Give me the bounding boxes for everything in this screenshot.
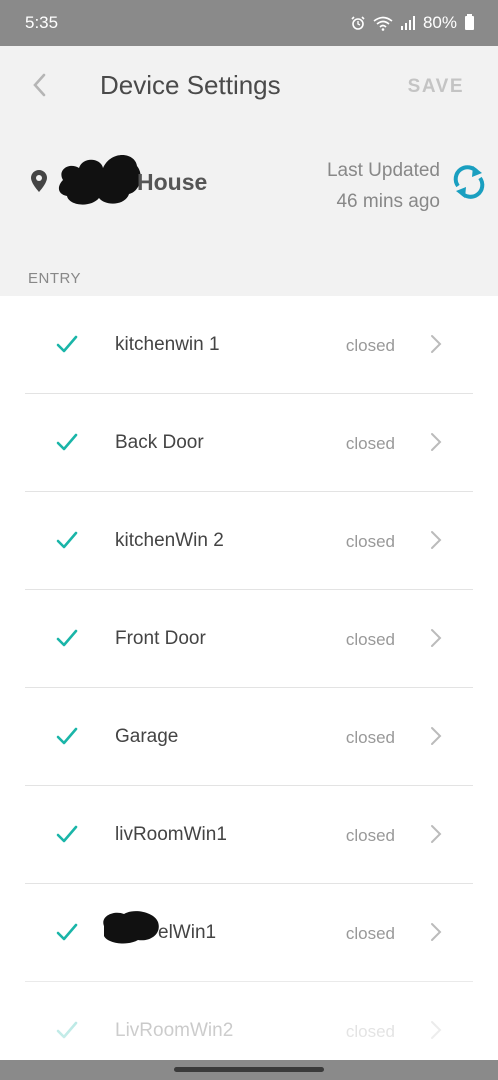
checkmark-icon [56, 629, 78, 647]
checkmark-icon [56, 433, 78, 451]
battery-icon [465, 14, 474, 30]
device-row[interactable]: kitchenwin 1 closed [0, 296, 498, 394]
device-row[interactable]: Back Door closed [0, 394, 498, 492]
device-status: closed [345, 728, 395, 747]
back-button[interactable] [26, 70, 52, 100]
device-status: closed [345, 1022, 395, 1041]
checkmark-icon [56, 531, 78, 549]
last-updated: Last Updated 46 mins ago [327, 155, 440, 217]
chevron-right-icon [431, 825, 442, 843]
chevron-right-icon [431, 727, 442, 745]
device-name: elWin1 [158, 922, 217, 943]
last-updated-value: 46 mins ago [336, 191, 440, 212]
save-button[interactable]: SAVE [408, 76, 464, 98]
chevron-right-icon [431, 531, 442, 549]
device-name: kitchenwin 1 [115, 334, 220, 355]
device-row[interactable]: livRoomWin1 closed [0, 786, 498, 884]
device-status: closed [345, 532, 395, 551]
checkmark-icon [56, 727, 78, 745]
device-row[interactable]: Front Door closed [0, 590, 498, 688]
checkmark-icon [56, 1021, 78, 1039]
device-list: kitchenwin 1 closed Back Door closed kit… [0, 296, 498, 1060]
device-name: livRoomWin1 [115, 824, 227, 845]
section-label: ENTRY [28, 270, 82, 287]
device-row[interactable]: kitchenWin 2 closed [0, 492, 498, 590]
chevron-right-icon [431, 923, 442, 941]
app-header: Device Settings SAVE [0, 46, 498, 126]
chevron-right-icon [431, 629, 442, 647]
device-row[interactable]: elWin1 closed [0, 884, 498, 982]
signal-icon [400, 16, 415, 30]
redaction-scribble [58, 155, 141, 205]
navigation-bar [0, 1060, 498, 1080]
device-status: closed [345, 336, 395, 355]
device-status: closed [345, 924, 395, 943]
device-name: Back Door [115, 432, 204, 453]
refresh-icon[interactable] [451, 162, 487, 202]
device-status: closed [345, 434, 395, 453]
chevron-right-icon [431, 335, 442, 353]
device-name: kitchenWin 2 [115, 530, 224, 551]
chevron-right-icon [431, 1021, 442, 1039]
location-row: House Last Updated 46 mins ago [0, 145, 498, 225]
checkmark-icon [56, 825, 78, 843]
home-handle[interactable] [174, 1067, 324, 1072]
battery-percent: 80% [422, 13, 457, 32]
device-name: Front Door [115, 628, 206, 649]
device-status: closed [345, 630, 395, 649]
location-pin-icon [31, 170, 47, 192]
redaction-scribble [103, 911, 159, 944]
wifi-icon [373, 16, 393, 31]
device-row[interactable]: LivRoomWin2 closed [0, 982, 498, 1060]
checkmark-icon [56, 335, 78, 353]
status-icons: 80% [351, 13, 474, 33]
alarm-icon [351, 16, 365, 30]
page-title: Device Settings [100, 70, 281, 100]
last-updated-label: Last Updated [326, 160, 440, 181]
device-status: closed [345, 826, 395, 845]
chevron-left-icon [33, 73, 46, 97]
device-name: Garage [115, 726, 179, 747]
location-name: House [137, 169, 208, 195]
status-time: 5:35 [25, 13, 59, 32]
device-row[interactable]: Garage closed [0, 688, 498, 786]
chevron-right-icon [431, 433, 442, 451]
device-name: LivRoomWin2 [115, 1020, 234, 1041]
status-bar: 5:35 80% [0, 0, 498, 46]
checkmark-icon [56, 923, 78, 941]
